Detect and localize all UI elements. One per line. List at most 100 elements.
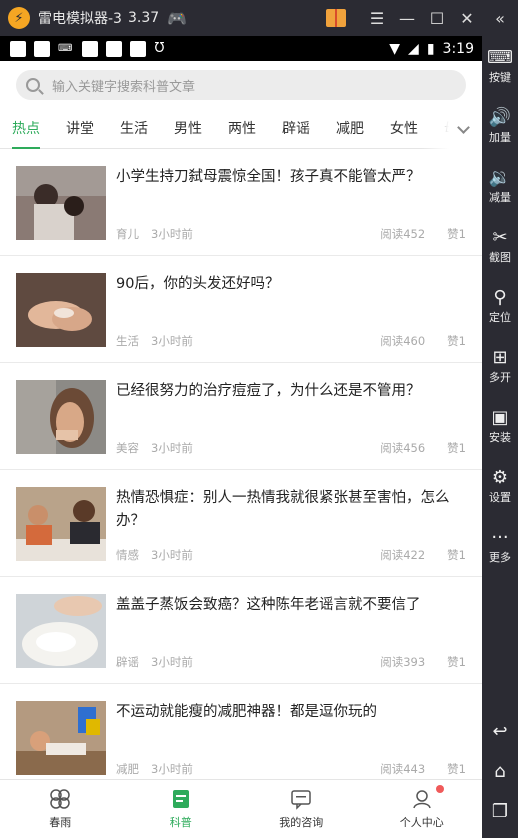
article-title: 不运动就能瘦的减肥神器！都是逗你玩的 (116, 704, 377, 720)
emulator-version: 3.37 (127, 10, 160, 26)
emulator-title: 雷电模拟器-3 (38, 11, 122, 27)
clover-icon (50, 789, 70, 809)
tab-female[interactable]: 女性 (390, 109, 418, 149)
nav-label: 科普 (169, 816, 192, 829)
bottom-nav: 春雨 科普 我的咨询 个人中心 (0, 779, 482, 838)
tab-hot[interactable]: 热点 (12, 109, 40, 149)
tab-sex[interactable]: 两性 (228, 109, 256, 149)
tab-lecture[interactable]: 讲堂 (66, 109, 94, 149)
notification-icon (34, 40, 50, 57)
sidebar-location[interactable]: ⚲ 定位 (482, 276, 518, 336)
article-reads: 阅读456 (380, 441, 426, 455)
nav-profile[interactable]: 个人中心 (362, 780, 483, 838)
article-item[interactable]: 90后，你的头发还好吗？ 生活 3小时前 阅读460 赞1 (0, 256, 482, 363)
tab-life[interactable]: 生活 (120, 109, 148, 149)
more-dots-icon: ··· (491, 527, 509, 548)
article-time: 3小时前 (151, 762, 193, 776)
article-thumbnail (16, 166, 106, 240)
sidebar-volume-up[interactable]: 🔊 加量 (482, 96, 518, 156)
article-item[interactable]: 不运动就能瘦的减肥神器！都是逗你玩的 减肥 3小时前 阅读443 赞1 (0, 684, 482, 779)
article-reads: 阅读443 (380, 762, 426, 776)
article-reads: 阅读422 (380, 548, 426, 562)
article-thumbnail (16, 380, 106, 454)
article-likes: 赞1 (447, 227, 466, 241)
article-category: 美容 (116, 441, 139, 455)
emulator-title-bar: ⚡ 雷电模拟器-3 3.37 🎮 ☰ — ☐ ✕ « (0, 0, 518, 36)
signal-icon: ◢ (408, 40, 419, 57)
recent-apps-icon[interactable]: ❐ (482, 792, 518, 832)
nav-science[interactable]: 科普 (121, 780, 242, 838)
app-notify-icon: Ʊ (154, 41, 165, 56)
maximize-icon[interactable]: ☐ (422, 9, 452, 28)
chevron-down-icon (457, 120, 470, 134)
article-likes: 赞1 (447, 441, 466, 455)
article-category: 辟谣 (116, 655, 139, 669)
sidebar-install[interactable]: ▣ 安装 (482, 396, 518, 456)
article-time: 3小时前 (151, 227, 193, 241)
nav-label: 我的咨询 (279, 816, 324, 829)
keyboard-icon: ⌨ (58, 43, 73, 54)
tab-expand-button[interactable] (422, 109, 482, 149)
article-time: 3小时前 (151, 548, 193, 562)
gamepad-icon[interactable]: 🎮 (167, 9, 187, 28)
emulator-logo-icon: ⚡ (8, 7, 30, 29)
sidebar-volume-down[interactable]: 🔉 减量 (482, 156, 518, 216)
user-icon (413, 790, 431, 809)
nav-consult[interactable]: 我的咨询 (241, 780, 362, 838)
article-item[interactable]: 小学生持刀弑母震惊全国！孩子真不能管太严？ 育儿 3小时前 阅读452 赞1 (0, 149, 482, 256)
article-list: 小学生持刀弑母震惊全国！孩子真不能管太严？ 育儿 3小时前 阅读452 赞1 90后，… (0, 149, 482, 779)
article-title: 盖盖子蒸饭会致癌？这种陈年老谣言就不要信了 (116, 597, 421, 613)
minimize-icon[interactable]: — (392, 9, 422, 28)
article-title: 已经很努力的治疗痘痘了，为什么还是不管用？ (116, 383, 421, 399)
back-icon[interactable]: ↩ (482, 712, 518, 752)
search-bar: 输入关键字搜索科普文章 (0, 61, 482, 109)
notification-icon (82, 40, 99, 57)
keyboard-icon: ⌨ (487, 47, 513, 68)
close-icon[interactable]: ✕ (452, 9, 482, 28)
article-time: 3小时前 (151, 655, 193, 669)
article-title: 小学生持刀弑母震惊全国！孩子真不能管太严？ (116, 169, 421, 185)
emulator-sidebar: ⌨ 按键 🔊 加量 🔉 减量 ✂ 截图 ⚲ 定位 ⊞ 多开 ▣ 安装 ⚙ 设置 ··· 更多 ↩ … (482, 36, 518, 838)
article-item[interactable]: 热情恐惧症：别人一热情我就很紧张甚至害怕，怎么办？ 情感 3小时前 阅读422 赞1 (0, 470, 482, 577)
location-pin-icon: ⚲ (493, 287, 507, 308)
menu-icon[interactable]: ☰ (362, 9, 392, 28)
sidebar-label: 安装 (489, 431, 511, 444)
tab-diet[interactable]: 减肥 (336, 109, 364, 149)
status-time: 3:19 (442, 40, 474, 57)
sidebar-label: 按键 (489, 71, 511, 84)
notification-icon (106, 40, 123, 57)
notification-icon (10, 40, 26, 57)
home-icon[interactable]: ⌂ (482, 752, 518, 792)
gift-icon[interactable] (326, 9, 346, 27)
sidebar-label: 截图 (489, 251, 511, 264)
tab-male[interactable]: 男性 (174, 109, 202, 149)
search-placeholder: 输入关键字搜索科普文章 (52, 79, 196, 95)
multi-window-icon: ⊞ (492, 347, 508, 368)
nav-chunyu[interactable]: 春雨 (0, 780, 121, 838)
article-reads: 阅读460 (380, 334, 426, 348)
volume-down-icon: 🔉 (488, 167, 512, 188)
sidebar-multi-open[interactable]: ⊞ 多开 (482, 336, 518, 396)
search-input[interactable]: 输入关键字搜索科普文章 (16, 70, 466, 100)
sidebar-settings[interactable]: ⚙ 设置 (482, 456, 518, 516)
article-category: 情感 (116, 548, 139, 562)
article-category: 减肥 (116, 762, 139, 776)
article-category: 生活 (116, 334, 139, 348)
sidebar-more[interactable]: ··· 更多 (482, 516, 518, 576)
article-item[interactable]: 盖盖子蒸饭会致癌？这种陈年老谣言就不要信了 辟谣 3小时前 阅读393 赞1 (0, 577, 482, 684)
article-likes: 赞1 (447, 548, 466, 562)
article-thumbnail (16, 594, 106, 668)
article-category: 育儿 (116, 227, 139, 241)
sidebar-label: 定位 (489, 311, 511, 324)
notification-icon (130, 40, 147, 57)
article-item[interactable]: 已经很努力的治疗痘痘了，为什么还是不管用？ 美容 3小时前 阅读456 赞1 (0, 363, 482, 470)
volume-up-icon: 🔊 (488, 107, 512, 128)
article-likes: 赞1 (447, 655, 466, 669)
search-icon (26, 78, 40, 92)
collapse-sidebar-icon[interactable]: « (482, 9, 518, 28)
status-bar: ⌨ Ʊ ▼ ◢ ▮ 3:19 (0, 36, 482, 61)
sidebar-keymap[interactable]: ⌨ 按键 (482, 36, 518, 96)
sidebar-screenshot[interactable]: ✂ 截图 (482, 216, 518, 276)
tab-rumor[interactable]: 辟谣 (282, 109, 310, 149)
wifi-icon: ▼ (389, 40, 401, 57)
